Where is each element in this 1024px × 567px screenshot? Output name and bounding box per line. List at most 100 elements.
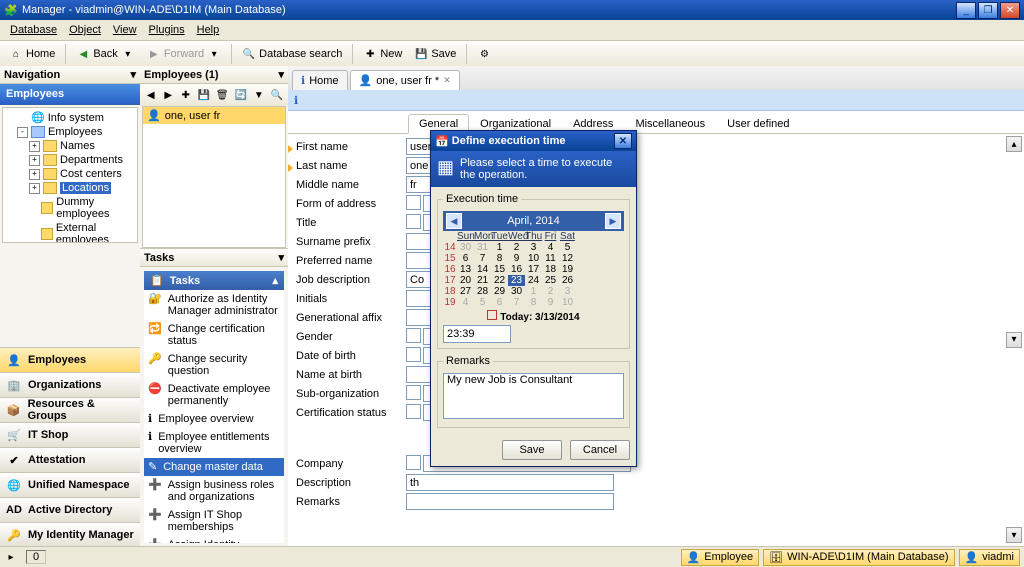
close-button[interactable]: ✕ [1000, 2, 1020, 19]
dropdown-icon[interactable]: ▾ [121, 47, 135, 61]
nav-fwd-icon[interactable]: ▶ [160, 86, 175, 104]
tree-item[interactable]: Info system [48, 112, 104, 124]
task-item[interactable]: 🔁Change certification status [144, 320, 284, 350]
calendar-day[interactable]: 6 [457, 253, 474, 264]
delete-icon[interactable]: 🗑 [214, 86, 231, 104]
nav-button[interactable]: ADActive Directory [0, 497, 140, 522]
calendar-day[interactable]: 19 [559, 264, 576, 275]
calendar-day[interactable]: 9 [508, 253, 525, 264]
calendar-day[interactable]: 17 [525, 264, 542, 275]
new-icon[interactable]: ✚ [178, 86, 193, 104]
scroll-dn-icon[interactable]: ▾ [1006, 332, 1022, 348]
nav-button[interactable]: 🛒IT Shop [0, 422, 140, 447]
calendar-day[interactable]: 4 [542, 242, 559, 253]
nav-button[interactable]: 🔑My Identity Manager [0, 522, 140, 547]
calendar-day[interactable]: 5 [559, 242, 576, 253]
tree-twisty[interactable]: + [29, 169, 40, 180]
status-employee[interactable]: 👤Employee [681, 549, 760, 566]
collapse-icon[interactable]: ▾ [278, 251, 284, 264]
calendar-day[interactable]: 4 [457, 297, 474, 308]
tree-twisty[interactable]: + [29, 183, 40, 194]
tool-extra-1[interactable]: ⚙ [472, 44, 496, 64]
nav-button[interactable]: 👤Employees [0, 347, 140, 372]
calendar-day[interactable]: 25 [542, 275, 559, 286]
calendar-day[interactable]: 24 [525, 275, 542, 286]
tree-twisty[interactable]: + [29, 155, 40, 166]
calendar-day[interactable]: 7 [474, 253, 491, 264]
forward-button[interactable]: ▶Forward▾ [142, 44, 226, 64]
save-button[interactable]: 💾Save [409, 44, 461, 64]
task-item[interactable]: 🔐Authorize as Identity Manager administr… [144, 290, 284, 320]
checkbox[interactable] [406, 195, 421, 210]
checkbox[interactable] [406, 404, 421, 419]
task-item[interactable]: ℹEmployee entitlements overview [144, 428, 284, 458]
calendar-day[interactable]: 18 [542, 264, 559, 275]
expand-icon[interactable]: ▸ [4, 550, 18, 564]
dialog-titlebar[interactable]: 📅 Define execution time ✕ [431, 131, 636, 151]
scroll-dn2-icon[interactable]: ▾ [1006, 527, 1022, 543]
remarks-input[interactable] [406, 493, 614, 510]
task-item[interactable]: ⛔Deactivate employee permanently [144, 380, 284, 410]
task-item[interactable]: 🔑Change security question [144, 350, 284, 380]
task-item[interactable]: ℹEmployee overview [144, 410, 284, 428]
tree-item[interactable]: Locations [60, 182, 111, 194]
calendar-day[interactable]: 10 [525, 253, 542, 264]
nav-tree[interactable]: 🌐Info system-Employees+Names+Departments… [2, 107, 138, 243]
calendar-day[interactable]: 10 [559, 297, 576, 308]
maximize-button[interactable]: ❐ [978, 2, 998, 19]
subtab[interactable]: User defined [716, 114, 800, 133]
calendar-day[interactable]: 28 [474, 286, 491, 297]
nav-button[interactable]: 🏢Organizations [0, 372, 140, 397]
dialog-save-button[interactable]: Save [502, 440, 562, 460]
calendar-day[interactable]: 11 [542, 253, 559, 264]
tab-document[interactable]: 👤one, user fr *✕ [350, 70, 460, 90]
list-item[interactable]: 👤one, user fr [143, 107, 285, 124]
back-button[interactable]: ◀Back▾ [71, 44, 139, 64]
checkbox[interactable] [406, 328, 421, 343]
calendar-day[interactable]: 5 [474, 297, 491, 308]
menu-help[interactable]: Help [191, 22, 226, 38]
calendar-day[interactable]: 22 [491, 275, 508, 286]
calendar-grid[interactable]: SunMonTueWedThuFriSat1430311234515678910… [443, 231, 624, 308]
menu-view[interactable]: View [107, 22, 143, 38]
db-search-button[interactable]: 🔍Database search [237, 44, 347, 64]
calendar-day[interactable]: 2 [542, 286, 559, 297]
checkbox[interactable] [406, 347, 421, 362]
nav-back-icon[interactable]: ◀ [143, 86, 158, 104]
tree-item[interactable]: Names [60, 140, 95, 152]
calendar-day[interactable]: 8 [525, 297, 542, 308]
calendar-day[interactable]: 30 [457, 242, 474, 253]
task-item[interactable]: ➕Assign business roles and organizations [144, 476, 284, 506]
calendar-day[interactable]: 14 [474, 264, 491, 275]
chevron-up-icon[interactable]: ▴ [272, 274, 278, 287]
calendar-day[interactable]: 1 [491, 242, 508, 253]
collapse-icon[interactable]: ▾ [130, 68, 136, 81]
tree-item[interactable]: External employees [56, 222, 135, 243]
scroll-up-icon[interactable]: ▴ [1006, 136, 1022, 152]
calendar-day[interactable]: 2 [508, 242, 525, 253]
nav-button[interactable]: 🌐Unified Namespace [0, 472, 140, 497]
status-connection[interactable]: 🗄WIN-ADE\D1IM (Main Database) [763, 549, 954, 566]
nav-button[interactable]: ✔Attestation [0, 447, 140, 472]
calendar-day[interactable]: 6 [491, 297, 508, 308]
dropdown-icon[interactable]: ▾ [207, 47, 221, 61]
calendar-day[interactable]: 23 [508, 275, 525, 286]
tree-twisty[interactable]: + [29, 141, 40, 152]
calendar-day[interactable]: 27 [457, 286, 474, 297]
calendar-day[interactable]: 21 [474, 275, 491, 286]
minimize-button[interactable]: _ [956, 2, 976, 19]
close-tab-icon[interactable]: ✕ [443, 75, 451, 86]
checkbox[interactable] [406, 214, 421, 229]
home-button[interactable]: ⌂Home [4, 44, 60, 64]
tree-item[interactable]: Departments [60, 154, 123, 166]
refresh-icon[interactable]: 🔄 [233, 86, 249, 104]
calendar-day[interactable]: 15 [491, 264, 508, 275]
new-button[interactable]: ✚New [358, 44, 407, 64]
save-icon[interactable]: 💾 [195, 86, 211, 104]
filter-icon[interactable]: ▼ [251, 86, 266, 104]
search-icon[interactable]: 🔍 [269, 86, 285, 104]
calendar-day[interactable]: 26 [559, 275, 576, 286]
calendar-day[interactable]: 9 [542, 297, 559, 308]
calendar-day[interactable]: 29 [491, 286, 508, 297]
remarks-input[interactable]: My new Job is Consultant [443, 373, 624, 419]
